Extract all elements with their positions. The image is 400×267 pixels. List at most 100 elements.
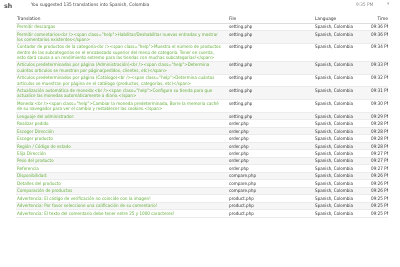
table-row: Lenguaje del administrador: setting.php Sp… [16,112,388,121]
file-name: compare.php [228,172,314,181]
file-name: setting.php [228,112,314,121]
file-name: product.php [228,202,314,211]
file-name: order.php [228,127,314,136]
translation-link[interactable]: Realizar pedido [16,119,228,128]
file-name: order.php [228,119,314,128]
language-name: Spanish, Colombia [314,209,370,218]
table-row: Moneda:<br /><span class="help">Cambiar … [16,99,388,113]
language-name: Spanish, Colombia [314,86,370,101]
chevron-down-icon[interactable]: ▾ [387,2,389,7]
language-name: Spanish, Colombia [314,149,370,158]
timestamp: 09:29 PM [370,112,388,121]
translation-link[interactable]: Advertencia: El código de verificación n… [16,194,228,203]
timestamp: 09:28 PM [370,142,388,151]
language-name: Spanish, Colombia [314,99,370,113]
timestamp: 09:25 PM [370,209,388,218]
table-row: Actualización automática de moneda:<br /… [16,86,388,101]
table-row: Artículos predeterminados por página (Ad… [16,61,388,75]
table-row: Detalles del producto compare.php Spanish,… [16,179,388,188]
timestamp: 09:25 PM [370,194,388,203]
language-name: Spanish, Colombia [314,187,370,196]
table-row: Realizar pedido order.php Spanish, Colombi… [16,119,388,128]
table-row: Disponibilidad: compare.php Spanish, Colom… [16,172,388,181]
timestamp: 09:36 PM [370,30,388,44]
file-name: order.php [228,149,314,158]
translation-link[interactable]: Referencia [16,164,228,173]
translation-link[interactable]: Disponibilidad: [16,172,228,181]
language-name: Spanish, Colombia [314,164,370,173]
table-row: Referencia order.php Spanish, Colombia 09:2… [16,164,388,173]
translation-link[interactable]: Peso del producto [16,157,228,166]
translation-link[interactable]: Contador de productos de la categoría<br… [16,43,228,62]
timestamp: 09:27 PM [370,164,388,173]
timestamp: 09:27 PM [370,157,388,166]
timestamp: 09:33 PM [370,61,388,75]
timestamp: 09:25 PM [370,202,388,211]
language-name: Spanish, Colombia [314,23,370,32]
language-name: Spanish, Colombia [314,30,370,44]
translation-link[interactable]: Artículos predeterminados por página (Ca… [16,74,228,88]
column-header-file: File [228,16,314,24]
timestamp: 09:26 PM [370,187,388,196]
file-name: setting.php [228,30,314,44]
table-row: Advertencia: Por favor seleccione una ca… [16,202,388,211]
translation-link[interactable]: Escoger producto [16,134,228,143]
timestamp: 09:32 PM [370,74,388,88]
timestamp: 09:28 PM [370,119,388,128]
translation-link[interactable]: Permitir descargas [16,23,228,32]
translation-link[interactable]: Escoger Dirección [16,127,228,136]
notification-time: 9:35 PM [356,3,374,9]
timestamp: 09:34 PM [370,43,388,62]
table-header-row: Translation File Language Time [16,16,388,24]
timestamp: 09:31 PM [370,86,388,101]
timestamp: 09:36 PM [370,23,388,32]
translation-link[interactable]: Lenguaje del administrador: [16,112,228,121]
translations-table: Translation File Language Time Permitir … [16,16,388,218]
file-name: product.php [228,194,314,203]
language-name: Spanish, Colombia [314,112,370,121]
file-name: setting.php [228,43,314,62]
translation-link[interactable]: Advertencia: Por favor seleccione una ca… [16,202,228,211]
translation-link[interactable]: Moneda:<br /><span class="help">Cambiar … [16,99,228,113]
language-name: Spanish, Colombia [314,43,370,62]
translation-link[interactable]: Comparación de productos [16,187,228,196]
avatar: sh [4,2,13,10]
language-name: Spanish, Colombia [314,202,370,211]
file-name: order.php [228,142,314,151]
language-name: Spanish, Colombia [314,119,370,128]
language-name: Spanish, Colombia [314,194,370,203]
translation-link[interactable]: Actualización automática de moneda:<br /… [16,86,228,101]
timestamp: 09:26 PM [370,172,388,181]
table-body: Permitir descargas setting.php Spanish, Co… [16,23,388,218]
language-name: Spanish, Colombia [314,142,370,151]
notification-header: sh You suggested 135 translations into S… [0,0,400,13]
file-name: compare.php [228,179,314,188]
translations-table-container: Translation File Language Time Permitir … [16,16,388,267]
language-name: Spanish, Colombia [314,61,370,75]
table-row: Escoger producto order.php Spanish, Colomb… [16,134,388,143]
timestamp: 09:27 PM [370,149,388,158]
language-name: Spanish, Colombia [314,157,370,166]
timestamp: 09:28 PM [370,134,388,143]
file-name: order.php [228,157,314,166]
language-name: Spanish, Colombia [314,179,370,188]
translation-link[interactable]: Permitir comentarios<br /><span class="h… [16,30,228,44]
translation-link[interactable]: Artículos predeterminados por página (Ad… [16,61,228,75]
column-header-translation: Translation [16,16,228,24]
table-row: Elija Dirección order.php Spanish, Colombi… [16,149,388,158]
translation-link[interactable]: Elija Dirección [16,149,228,158]
translation-link[interactable]: Detalles del producto [16,179,228,188]
table-row: Comparación de productos compare.php Spani… [16,187,388,196]
language-name: Spanish, Colombia [314,134,370,143]
table-row: Advertencia: El código de verificación n… [16,194,388,203]
timestamp: 09:26 PM [370,179,388,188]
table-row: Permitir descargas setting.php Spanish, Co… [16,23,388,32]
translation-link[interactable]: Advertencia: El texto del comentario deb… [16,209,228,218]
table-row: Permitir comentarios<br /><span class="h… [16,30,388,44]
notification-message[interactable]: You suggested 135 translations into Span… [31,3,149,8]
file-name: order.php [228,134,314,143]
translation-link[interactable]: Región / Código de estado [16,142,228,151]
file-name: setting.php [228,86,314,101]
table-row: Peso del producto order.php Spanish, Colom… [16,157,388,166]
column-header-language: Language [314,16,370,24]
